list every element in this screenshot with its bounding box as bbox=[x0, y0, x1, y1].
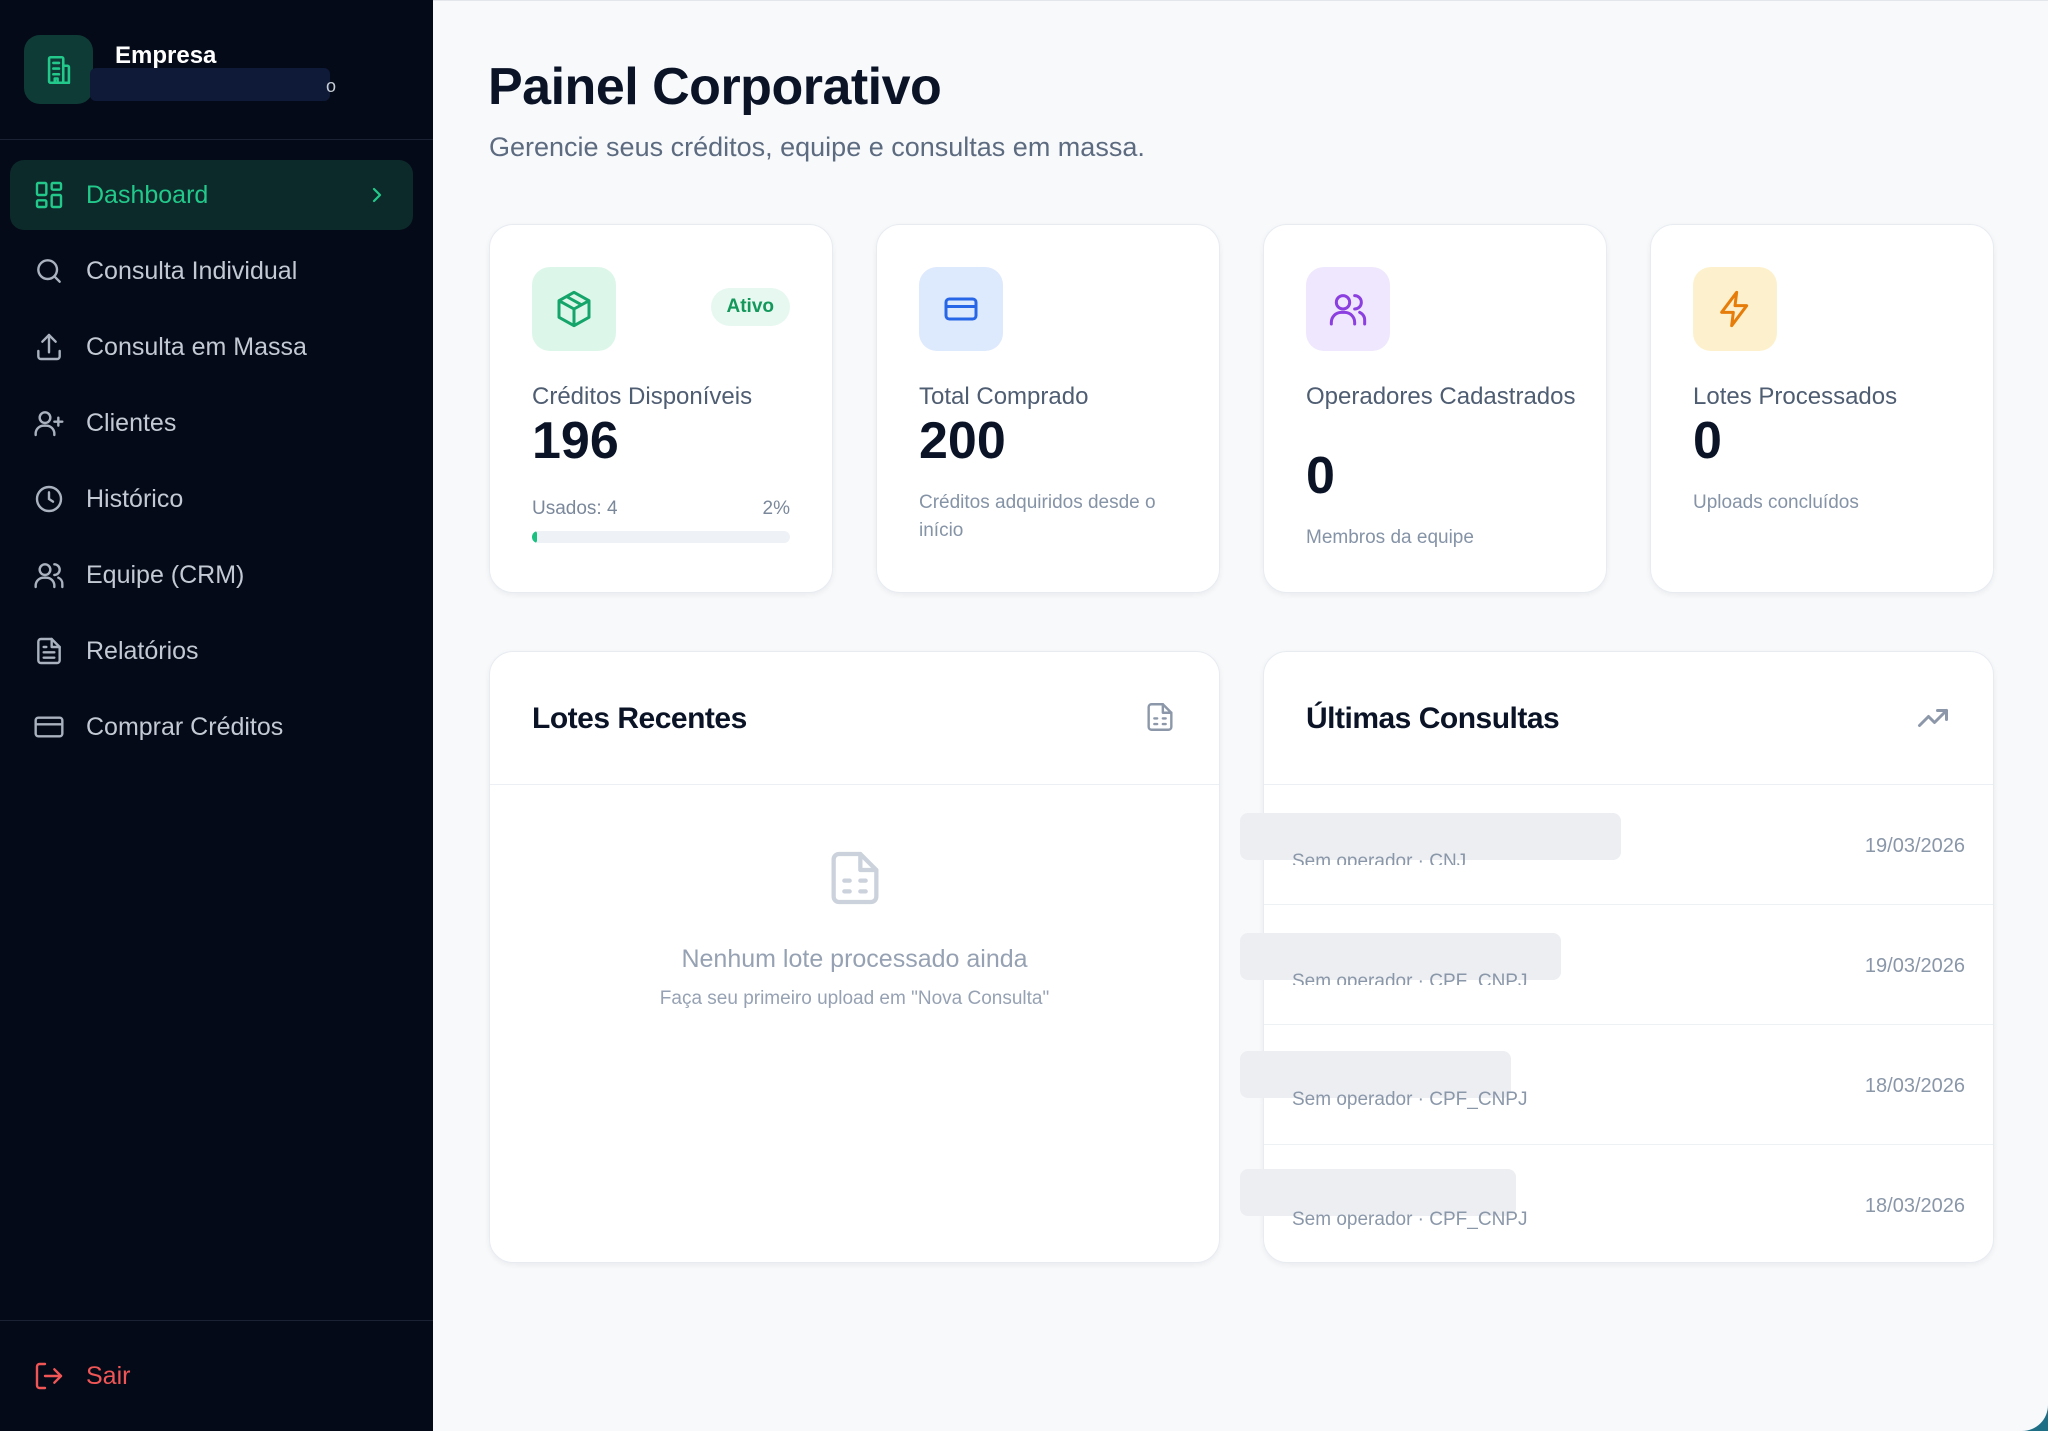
panel-header: Últimas Consultas bbox=[1264, 652, 1993, 785]
usage-row: Usados: 4 2% bbox=[532, 498, 790, 520]
trending-up-icon[interactable] bbox=[1915, 700, 1951, 741]
query-meta: Sem operador · CNJ bbox=[1292, 851, 1467, 865]
list-item[interactable]: Sem operador · CPF_CNPJ 18/03/2026 bbox=[1240, 1145, 1993, 1265]
users-icon bbox=[1306, 267, 1390, 351]
company-name: Empresa bbox=[115, 42, 217, 69]
empty-state: Nenhum lote processado ainda Faça seu pr… bbox=[490, 842, 1219, 1010]
company-subtitle-redacted bbox=[90, 68, 330, 101]
usage-label: Usados: 4 bbox=[532, 498, 618, 519]
usage-percent: 2% bbox=[762, 498, 790, 519]
query-date: 18/03/2026 bbox=[1864, 1195, 1965, 1217]
stat-card-credits: Ativo Créditos Disponíveis 196 Usados: 4… bbox=[489, 224, 833, 593]
brand-header: Empresa o bbox=[0, 0, 433, 140]
page-title: Painel Corporativo bbox=[488, 58, 942, 116]
logout-icon bbox=[32, 1359, 66, 1393]
sidebar-item-label: Histórico bbox=[86, 484, 184, 513]
sidebar-footer: Sair bbox=[0, 1320, 433, 1431]
building-icon bbox=[24, 35, 93, 104]
stat-value: 0 bbox=[1693, 412, 1722, 470]
layout-grid-icon bbox=[32, 178, 66, 212]
empty-state-title: Nenhum lote processado ainda bbox=[681, 945, 1028, 973]
last-queries-panel: Últimas Consultas Sem operador · CNJ 19/… bbox=[1240, 651, 1994, 1265]
sidebar-item-label: Relatórios bbox=[86, 636, 199, 665]
list-item[interactable]: Sem operador · CPF_CNPJ 19/03/2026 bbox=[1240, 905, 1993, 1025]
empty-state-subtitle: Faça seu primeiro upload em "Nova Consul… bbox=[659, 988, 1050, 1009]
stat-description: Membros da equipe bbox=[1306, 527, 1474, 548]
file-text-icon bbox=[32, 634, 66, 668]
credit-card-icon bbox=[919, 267, 1003, 351]
list-item[interactable]: Sem operador · CNJ 19/03/2026 bbox=[1240, 785, 1993, 905]
stat-value: 200 bbox=[919, 412, 1006, 470]
panel-header: Lotes Recentes bbox=[490, 652, 1219, 785]
sidebar-item-clientes[interactable]: Clientes bbox=[10, 388, 413, 458]
stat-card-operators: Operadores Cadastrados 0 Membros da equi… bbox=[1263, 224, 1607, 593]
logout-button[interactable]: Sair bbox=[10, 1351, 413, 1401]
stat-label: Créditos Disponíveis bbox=[532, 383, 753, 410]
users-icon bbox=[32, 558, 66, 592]
sidebar-item-label: Equipe (CRM) bbox=[86, 560, 245, 589]
logout-label: Sair bbox=[86, 1361, 131, 1390]
upload-icon bbox=[32, 330, 66, 364]
sidebar-item-label: Clientes bbox=[86, 408, 177, 437]
query-date: 19/03/2026 bbox=[1864, 955, 1965, 977]
stat-label: Total Comprado bbox=[919, 383, 1089, 410]
panel-title: Últimas Consultas bbox=[1306, 702, 1560, 735]
query-meta: Sem operador · CPF_CNPJ bbox=[1292, 1089, 1528, 1110]
page-subtitle: Gerencie seus créditos, equipe e consult… bbox=[489, 132, 1145, 162]
sidebar-item-label: Comprar Créditos bbox=[86, 712, 284, 741]
user-plus-icon bbox=[32, 406, 66, 440]
file-spreadsheet-icon bbox=[1143, 700, 1177, 739]
usage-progress-fill bbox=[532, 531, 538, 543]
sidebar-item-historico[interactable]: Histórico bbox=[10, 464, 413, 534]
sidebar-item-label: Consulta em Massa bbox=[86, 332, 307, 361]
clock-icon bbox=[32, 482, 66, 516]
company-subtitle-tail: o bbox=[326, 76, 337, 96]
main-content: Painel Corporativo Gerencie seus crédito… bbox=[433, 0, 2048, 1431]
usage-progress-bar bbox=[532, 531, 790, 543]
sidebar-item-consulta-individual[interactable]: Consulta Individual bbox=[10, 236, 413, 306]
stat-value: 0 bbox=[1306, 447, 1335, 505]
stat-description: Uploads concluídos bbox=[1693, 492, 1859, 513]
stat-label: Operadores Cadastrados bbox=[1306, 383, 1576, 410]
sidebar-item-label: Dashboard bbox=[86, 180, 209, 209]
query-meta: Sem operador · CPF_CNPJ bbox=[1292, 1209, 1528, 1230]
zap-icon bbox=[1693, 267, 1777, 351]
app-window: Empresa o Dashboard Consulta Individual bbox=[0, 0, 2048, 1431]
stat-value: 196 bbox=[532, 412, 619, 470]
stat-description: Créditos adquiridos desde o início bbox=[919, 492, 1156, 541]
sidebar-item-equipe[interactable]: Equipe (CRM) bbox=[10, 540, 413, 610]
query-meta: Sem operador · CPF_CNPJ bbox=[1292, 971, 1528, 985]
package-icon bbox=[532, 267, 616, 351]
chevron-right-icon bbox=[365, 183, 389, 214]
stat-label: Lotes Processados bbox=[1693, 383, 1898, 410]
panel-title: Lotes Recentes bbox=[532, 702, 747, 735]
stat-card-total: Total Comprado 200 Créditos adquiridos d… bbox=[876, 224, 1220, 593]
sidebar-item-dashboard[interactable]: Dashboard bbox=[10, 160, 413, 230]
sidebar-item-relatorios[interactable]: Relatórios bbox=[10, 616, 413, 686]
sidebar: Empresa o Dashboard Consulta Individual bbox=[0, 0, 433, 1431]
sidebar-item-comprar-creditos[interactable]: Comprar Créditos bbox=[10, 692, 413, 762]
search-icon bbox=[32, 254, 66, 288]
credit-card-icon bbox=[32, 710, 66, 744]
status-badge: Ativo bbox=[710, 288, 790, 326]
recent-batches-panel: Lotes Recentes Nenhum lote processado ai… bbox=[489, 651, 1220, 1263]
list-item[interactable]: Sem operador · CPF_CNPJ 18/03/2026 bbox=[1240, 1025, 1993, 1145]
stat-card-batches: Lotes Processados 0 Uploads concluídos bbox=[1650, 224, 1994, 593]
file-spreadsheet-icon bbox=[823, 851, 887, 918]
sidebar-nav: Dashboard Consulta Individual Consulta e… bbox=[10, 160, 413, 768]
query-date: 18/03/2026 bbox=[1864, 1075, 1965, 1097]
query-date: 19/03/2026 bbox=[1864, 835, 1965, 857]
sidebar-item-label: Consulta Individual bbox=[86, 256, 298, 285]
sidebar-item-consulta-em-massa[interactable]: Consulta em Massa bbox=[10, 312, 413, 382]
